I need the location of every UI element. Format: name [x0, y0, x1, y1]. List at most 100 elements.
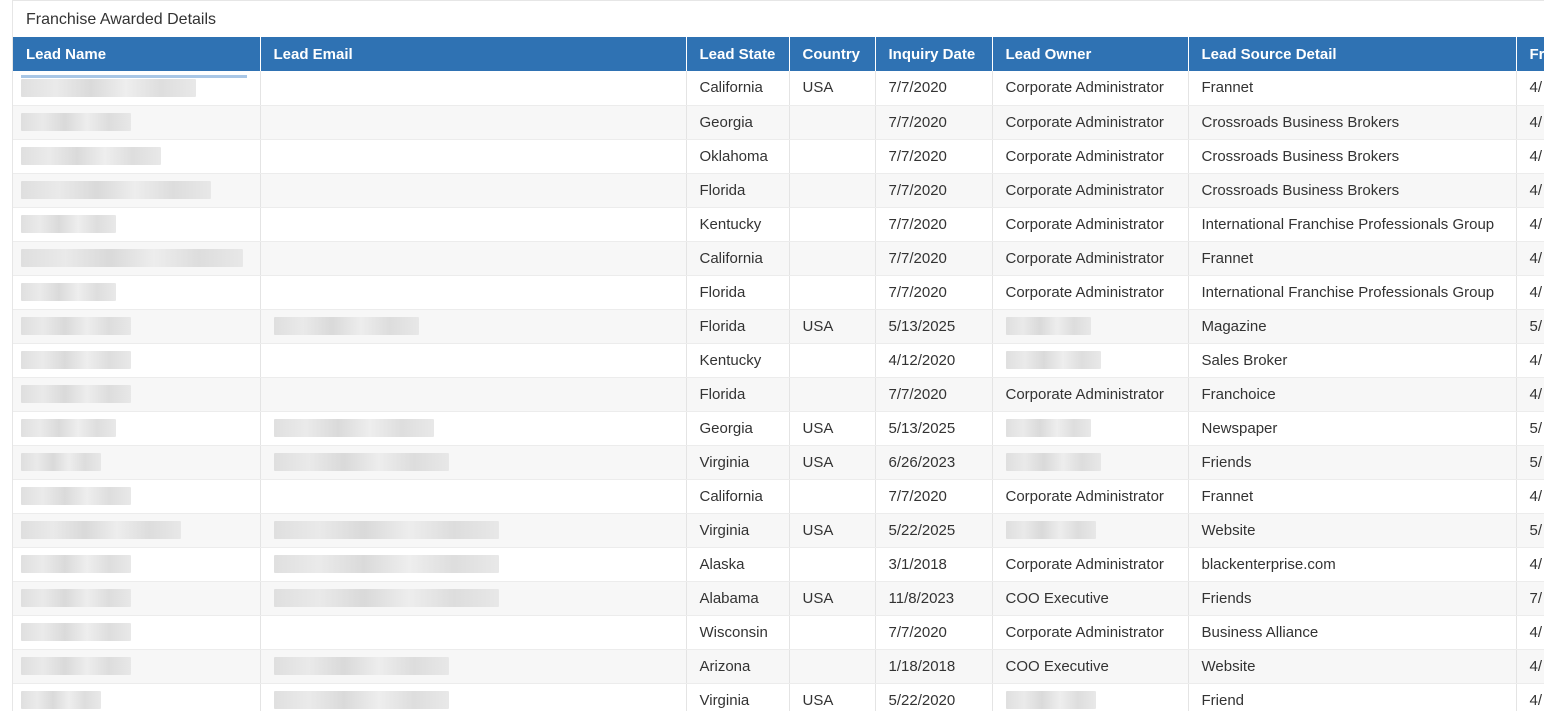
- column-header-lead-owner[interactable]: Lead Owner: [992, 37, 1189, 71]
- lead-owner-cell: Corporate Administrator: [992, 173, 1189, 208]
- lead-email-cell[interactable]: [260, 377, 687, 412]
- table-row[interactable]: Georgia USA 5/13/2025 Newspaper 5/: [13, 411, 1544, 446]
- lead-state-cell: Florida: [686, 309, 790, 344]
- lead-email-cell[interactable]: [260, 343, 687, 378]
- table-row[interactable]: Oklahoma 7/7/2020 Corporate Administrator C…: [13, 139, 1544, 174]
- table-row[interactable]: Kentucky 7/7/2020 Corporate Administrator I…: [13, 207, 1544, 242]
- lead-name-cell[interactable]: [13, 241, 261, 276]
- lead-owner-cell: COO Executive: [992, 649, 1189, 684]
- lead-name-cell[interactable]: [13, 207, 261, 242]
- column-header-truncated[interactable]: Fr: [1516, 37, 1544, 71]
- lead-email-cell[interactable]: [260, 275, 687, 310]
- inquiry-date-cell: 5/13/2025: [875, 411, 993, 446]
- column-header-lead-name[interactable]: Lead Name: [13, 37, 261, 71]
- lead-email-cell[interactable]: [260, 411, 687, 446]
- redacted-lead-name: [21, 521, 181, 540]
- truncated-cell: 4/: [1516, 377, 1544, 412]
- lead-name-cell[interactable]: [13, 683, 261, 711]
- lead-state-cell: California: [686, 479, 790, 514]
- lead-name-cell[interactable]: [13, 275, 261, 310]
- column-header-country[interactable]: Country: [789, 37, 876, 71]
- lead-email-cell[interactable]: [260, 173, 687, 208]
- table-row[interactable]: Florida 7/7/2020 Corporate Administrator Cr…: [13, 173, 1544, 208]
- truncated-cell: 4/: [1516, 207, 1544, 242]
- redacted-lead-name: [21, 555, 131, 574]
- table-row[interactable]: Virginia USA 5/22/2025 Website 5/: [13, 513, 1544, 548]
- lead-name-cell[interactable]: [13, 343, 261, 378]
- table-row[interactable]: Arizona 1/18/2018 COO Executive Website 4/: [13, 649, 1544, 684]
- lead-source-detail-cell: Website: [1188, 649, 1517, 684]
- lead-source-detail-cell: blackenterprise.com: [1188, 547, 1517, 582]
- lead-state-cell: Virginia: [686, 445, 790, 480]
- truncated-cell: 4/: [1516, 547, 1544, 582]
- redacted-lead-owner: [1005, 317, 1091, 336]
- lead-name-cell[interactable]: [13, 105, 261, 140]
- lead-name-cell[interactable]: [13, 445, 261, 480]
- table-row[interactable]: Alabama USA 11/8/2023 COO Executive Friends 7…: [13, 581, 1544, 616]
- redacted-lead-email: [273, 555, 499, 574]
- lead-email-cell[interactable]: [260, 649, 687, 684]
- column-header-inquiry-date[interactable]: Inquiry Date: [875, 37, 993, 71]
- inquiry-date-cell: 3/1/2018: [875, 547, 993, 582]
- inquiry-date-cell: 7/7/2020: [875, 377, 993, 412]
- lead-name-cell[interactable]: [13, 615, 261, 650]
- table-row[interactable]: Kentucky 4/12/2020 Sales Broker 4/: [13, 343, 1544, 378]
- lead-source-detail-cell: Business Alliance: [1188, 615, 1517, 650]
- table-row[interactable]: California 7/7/2020 Corporate Administrato…: [13, 479, 1544, 514]
- lead-name-cell[interactable]: [13, 309, 261, 344]
- lead-name-cell[interactable]: [13, 411, 261, 446]
- table-row[interactable]: California 7/7/2020 Corporate Administrato…: [13, 241, 1544, 276]
- lead-name-cell[interactable]: [13, 649, 261, 684]
- lead-email-cell[interactable]: [260, 71, 687, 106]
- redacted-lead-name: [21, 181, 211, 200]
- lead-owner-cell: [992, 445, 1189, 480]
- lead-source-detail-cell: Friends: [1188, 581, 1517, 616]
- column-header-lead-source-detail[interactable]: Lead Source Detail: [1188, 37, 1517, 71]
- inquiry-date-cell: 7/7/2020: [875, 173, 993, 208]
- lead-email-cell[interactable]: [260, 547, 687, 582]
- table-row[interactable]: Wisconsin 7/7/2020 Corporate Administrator…: [13, 615, 1544, 650]
- truncated-cell: 4/: [1516, 683, 1544, 711]
- lead-email-cell[interactable]: [260, 207, 687, 242]
- table-row[interactable]: Florida 7/7/2020 Corporate Administrator In…: [13, 275, 1544, 310]
- inquiry-date-cell: 7/7/2020: [875, 275, 993, 310]
- lead-name-cell[interactable]: [13, 581, 261, 616]
- lead-email-cell[interactable]: [260, 105, 687, 140]
- column-header-lead-state[interactable]: Lead State: [686, 37, 790, 71]
- lead-owner-cell: [992, 309, 1189, 344]
- lead-email-cell[interactable]: [260, 241, 687, 276]
- country-cell: USA: [789, 581, 876, 616]
- lead-email-cell[interactable]: [260, 615, 687, 650]
- lead-name-cell[interactable]: [13, 547, 261, 582]
- table-row[interactable]: Virginia USA 6/26/2023 Friends 5/: [13, 445, 1544, 480]
- truncated-cell: 4/: [1516, 343, 1544, 378]
- redacted-lead-name: [21, 215, 116, 234]
- country-cell: [789, 547, 876, 582]
- truncated-cell: 4/: [1516, 139, 1544, 174]
- lead-email-cell[interactable]: [260, 683, 687, 711]
- lead-owner-cell: Corporate Administrator: [992, 479, 1189, 514]
- lead-name-cell[interactable]: [13, 513, 261, 548]
- redacted-lead-email: [273, 453, 449, 472]
- table-row[interactable]: Florida 7/7/2020 Corporate Administrator Fr…: [13, 377, 1544, 412]
- lead-source-detail-cell: Newspaper: [1188, 411, 1517, 446]
- lead-name-cell[interactable]: [13, 377, 261, 412]
- lead-email-cell[interactable]: [260, 581, 687, 616]
- table-row[interactable]: Virginia USA 5/22/2020 Friend 4/: [13, 683, 1544, 711]
- lead-email-cell[interactable]: [260, 479, 687, 514]
- lead-email-cell[interactable]: [260, 513, 687, 548]
- lead-email-cell[interactable]: [260, 309, 687, 344]
- lead-email-cell[interactable]: [260, 139, 687, 174]
- table-row[interactable]: Georgia 7/7/2020 Corporate Administrator Cr…: [13, 105, 1544, 140]
- lead-name-cell[interactable]: [13, 479, 261, 514]
- lead-name-cell[interactable]: [13, 173, 261, 208]
- lead-owner-cell: [992, 343, 1189, 378]
- lead-source-detail-cell: Crossroads Business Brokers: [1188, 105, 1517, 140]
- redacted-lead-owner: [1005, 351, 1101, 370]
- lead-email-cell[interactable]: [260, 445, 687, 480]
- lead-owner-cell: Corporate Administrator: [992, 547, 1189, 582]
- column-header-lead-email[interactable]: Lead Email: [260, 37, 687, 71]
- table-row[interactable]: Florida USA 5/13/2025 Magazine 5/: [13, 309, 1544, 344]
- lead-name-cell[interactable]: [13, 139, 261, 174]
- table-row[interactable]: Alaska 3/1/2018 Corporate Administrator bla…: [13, 547, 1544, 582]
